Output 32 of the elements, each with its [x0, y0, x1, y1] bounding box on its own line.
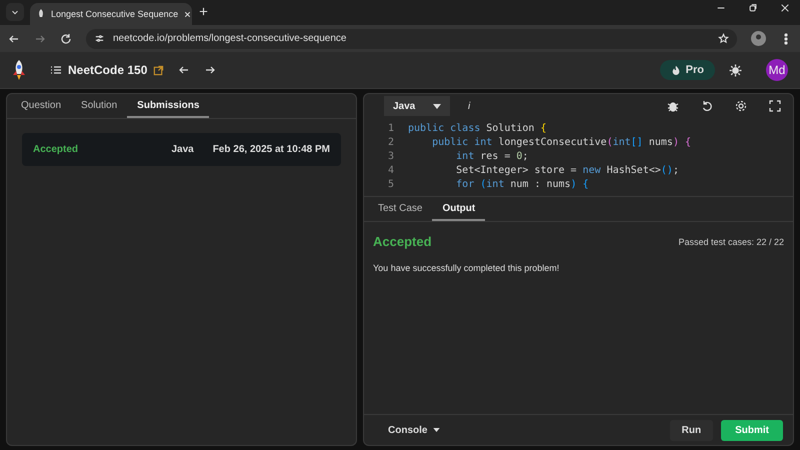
code-line: for (int num : nums) { [455, 178, 589, 190]
code-line: int res = 0; [455, 150, 528, 162]
console-toggle[interactable]: Console [382, 424, 446, 436]
line-number: 5 [386, 178, 394, 190]
code-line: public class Solution { [408, 122, 546, 134]
browser-tab[interactable]: Longest Consecutive Sequence [30, 3, 192, 25]
submission-language: Java [171, 144, 194, 155]
line-number: 4 [386, 164, 394, 176]
code-editor[interactable]: 1 public class Solution { 2 public int longestConsecutive(int[] nums) { 3 int res = 0; 4 Set<Integer> store = new HashSet<>(); 5 for (int num : nums) { [364, 118, 793, 197]
line-number: 1 [386, 122, 394, 134]
address-bar[interactable]: neetcode.io/problems/longest-consecutive-sequence [86, 28, 737, 48]
code-line: Set<Integer> store = new HashSet<>(); [455, 164, 679, 176]
info-button[interactable]: i [468, 100, 470, 112]
submission-status: Accepted [33, 144, 80, 155]
user-avatar[interactable]: Md [766, 59, 788, 81]
panel-tab[interactable]: Question [11, 94, 72, 118]
panel-tab[interactable]: Solution [71, 94, 128, 118]
pro-button[interactable]: Pro [660, 60, 715, 80]
submission-date: Feb 26, 2025 at 10:48 PM [212, 144, 330, 155]
submission-row[interactable]: Accepted Java Feb 26, 2025 at 10:48 PM [22, 133, 341, 166]
panel-tab[interactable]: Submissions [127, 94, 210, 118]
line-number: 2 [386, 136, 394, 148]
line-number: 3 [386, 150, 394, 162]
run-button[interactable]: Run [670, 420, 714, 440]
problem-list-link[interactable]: NeetCode 150 [50, 63, 164, 77]
result-tab[interactable]: Output [432, 197, 486, 221]
result-tab[interactable]: Test Case [368, 197, 432, 221]
result-status: Accepted [373, 234, 432, 249]
language-dropdown[interactable]: Java [384, 96, 450, 116]
code-line: public int longestConsecutive(int[] nums) { [431, 136, 691, 148]
result-message: You have successfully completed this problem! [373, 263, 560, 273]
passed-count: Passed test cases: 22 / 22 [678, 236, 784, 246]
